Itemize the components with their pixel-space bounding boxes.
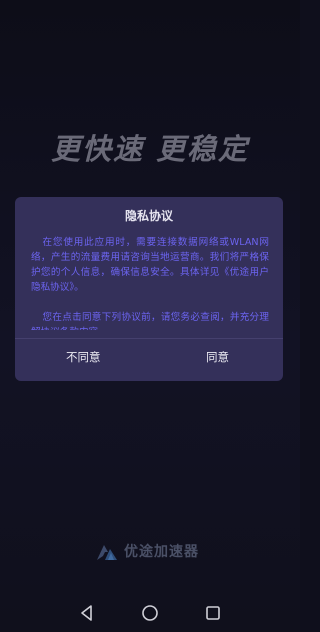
slogan-text: 更快速 更稳定 <box>50 132 250 166</box>
brand-logo-icon <box>97 545 117 560</box>
back-triangle-icon[interactable] <box>78 604 96 622</box>
brand-name: 优途加速器 <box>124 544 199 560</box>
privacy-dialog: 隐私协议 在您使用此应用时，需要连接数据网络或WLAN网络，产生的流量费用请咨询… <box>15 197 283 381</box>
dialog-body[interactable]: 在您使用此应用时，需要连接数据网络或WLAN网络，产生的流量费用请咨询当地运营商… <box>31 235 269 330</box>
dialog-title: 隐私协议 <box>124 209 173 223</box>
recent-square-icon[interactable] <box>204 604 222 622</box>
dialog-paragraph-2: 您在点击同意下列协议前，请您务必查阅，并充分理解协议条款内容 <box>31 312 269 330</box>
app-screen: 更快速 更稳定 隐私协议 在您使用此应用时，需要连接数据网络或WLAN网络，产生… <box>0 0 300 632</box>
dialog-paragraph-1: 在您使用此应用时，需要连接数据网络或WLAN网络，产生的流量费用请咨询当地运营商… <box>31 237 269 293</box>
agree-button[interactable]: 同意 <box>206 349 229 365</box>
brand: 优途加速器 <box>96 540 199 562</box>
dialog-divider <box>15 338 283 339</box>
system-navbar <box>0 592 300 632</box>
disagree-button[interactable]: 不同意 <box>66 349 101 365</box>
home-circle-icon[interactable] <box>141 604 159 622</box>
